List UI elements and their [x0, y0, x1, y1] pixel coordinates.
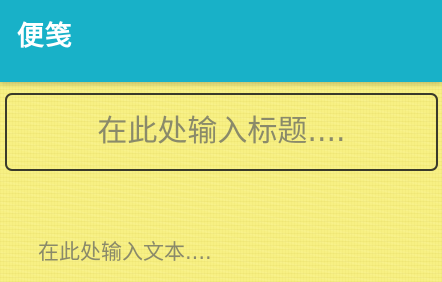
app-title: 便笺	[17, 21, 73, 52]
note-body-input[interactable]: 在此处输入文本....	[38, 236, 428, 276]
app-bar: 便笺	[0, 0, 442, 82]
note-title-input[interactable]: 在此处输入标题....	[5, 93, 438, 171]
